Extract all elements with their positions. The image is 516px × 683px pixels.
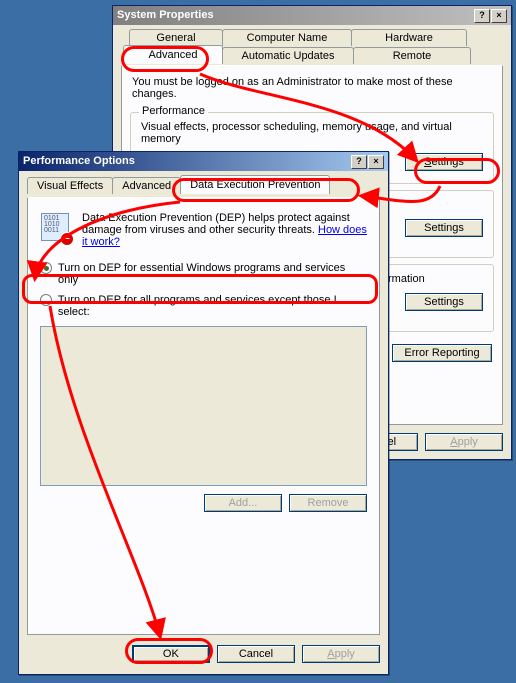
performance-text: Visual effects, processor scheduling, me… [141,121,483,145]
dep-exclusion-list [40,326,367,486]
tab-remote[interactable]: Remote [353,47,471,64]
help-icon[interactable]: ? [474,9,490,23]
system-properties-title: System Properties [117,6,214,25]
dep-description: Data Execution Prevention (DEP) helps pr… [82,212,367,248]
tab-computer-name[interactable]: Computer Name [222,29,352,46]
dep-radio-essential-label: Turn on DEP for essential Windows progra… [58,262,367,286]
tab-dep[interactable]: Data Execution Prevention [180,175,330,194]
performance-options-titlebar[interactable]: Performance Options ? × [19,152,388,171]
sysprop-apply-button[interactable]: Apply [425,433,503,451]
perfopt-help-icon[interactable]: ? [351,155,367,169]
tab-hardware[interactable]: Hardware [351,29,467,46]
perfopt-ok-button[interactable]: OK [132,645,210,663]
tab-perf-advanced[interactable]: Advanced [112,177,181,194]
error-reporting-button[interactable]: Error Reporting [392,344,492,362]
performance-settings-button[interactable]: Settings [405,153,483,171]
performance-group-title: Performance [139,105,208,117]
startup-recovery-settings-button[interactable]: Settings [405,293,483,311]
perfopt-close-icon[interactable]: × [368,155,384,169]
performance-options-window: Performance Options ? × Visual Effects A… [18,151,389,675]
dep-remove-button[interactable]: Remove [289,494,367,512]
dep-radio-all-label: Turn on DEP for all programs and service… [58,294,367,318]
perfopt-apply-button[interactable]: Apply [302,645,380,663]
dep-shield-icon: 010110100011 – [40,212,72,244]
tab-automatic-updates[interactable]: Automatic Updates [222,47,354,64]
tab-general[interactable]: General [129,29,223,46]
tab-visual-effects[interactable]: Visual Effects [27,177,113,194]
dep-add-button[interactable]: Add... [204,494,282,512]
perfopt-cancel-button[interactable]: Cancel [217,645,295,663]
admin-note: You must be logged on as an Administrato… [122,76,502,106]
dep-radio-all[interactable]: Turn on DEP for all programs and service… [40,294,367,318]
performance-options-title: Performance Options [23,152,135,171]
radio-icon [40,262,52,274]
user-profiles-settings-button[interactable]: Settings [405,219,483,237]
dep-radio-essential[interactable]: Turn on DEP for essential Windows progra… [40,262,367,286]
system-properties-titlebar[interactable]: System Properties ? × [113,6,511,25]
radio-icon [40,294,52,306]
tab-advanced[interactable]: Advanced [123,45,223,64]
close-icon[interactable]: × [491,9,507,23]
